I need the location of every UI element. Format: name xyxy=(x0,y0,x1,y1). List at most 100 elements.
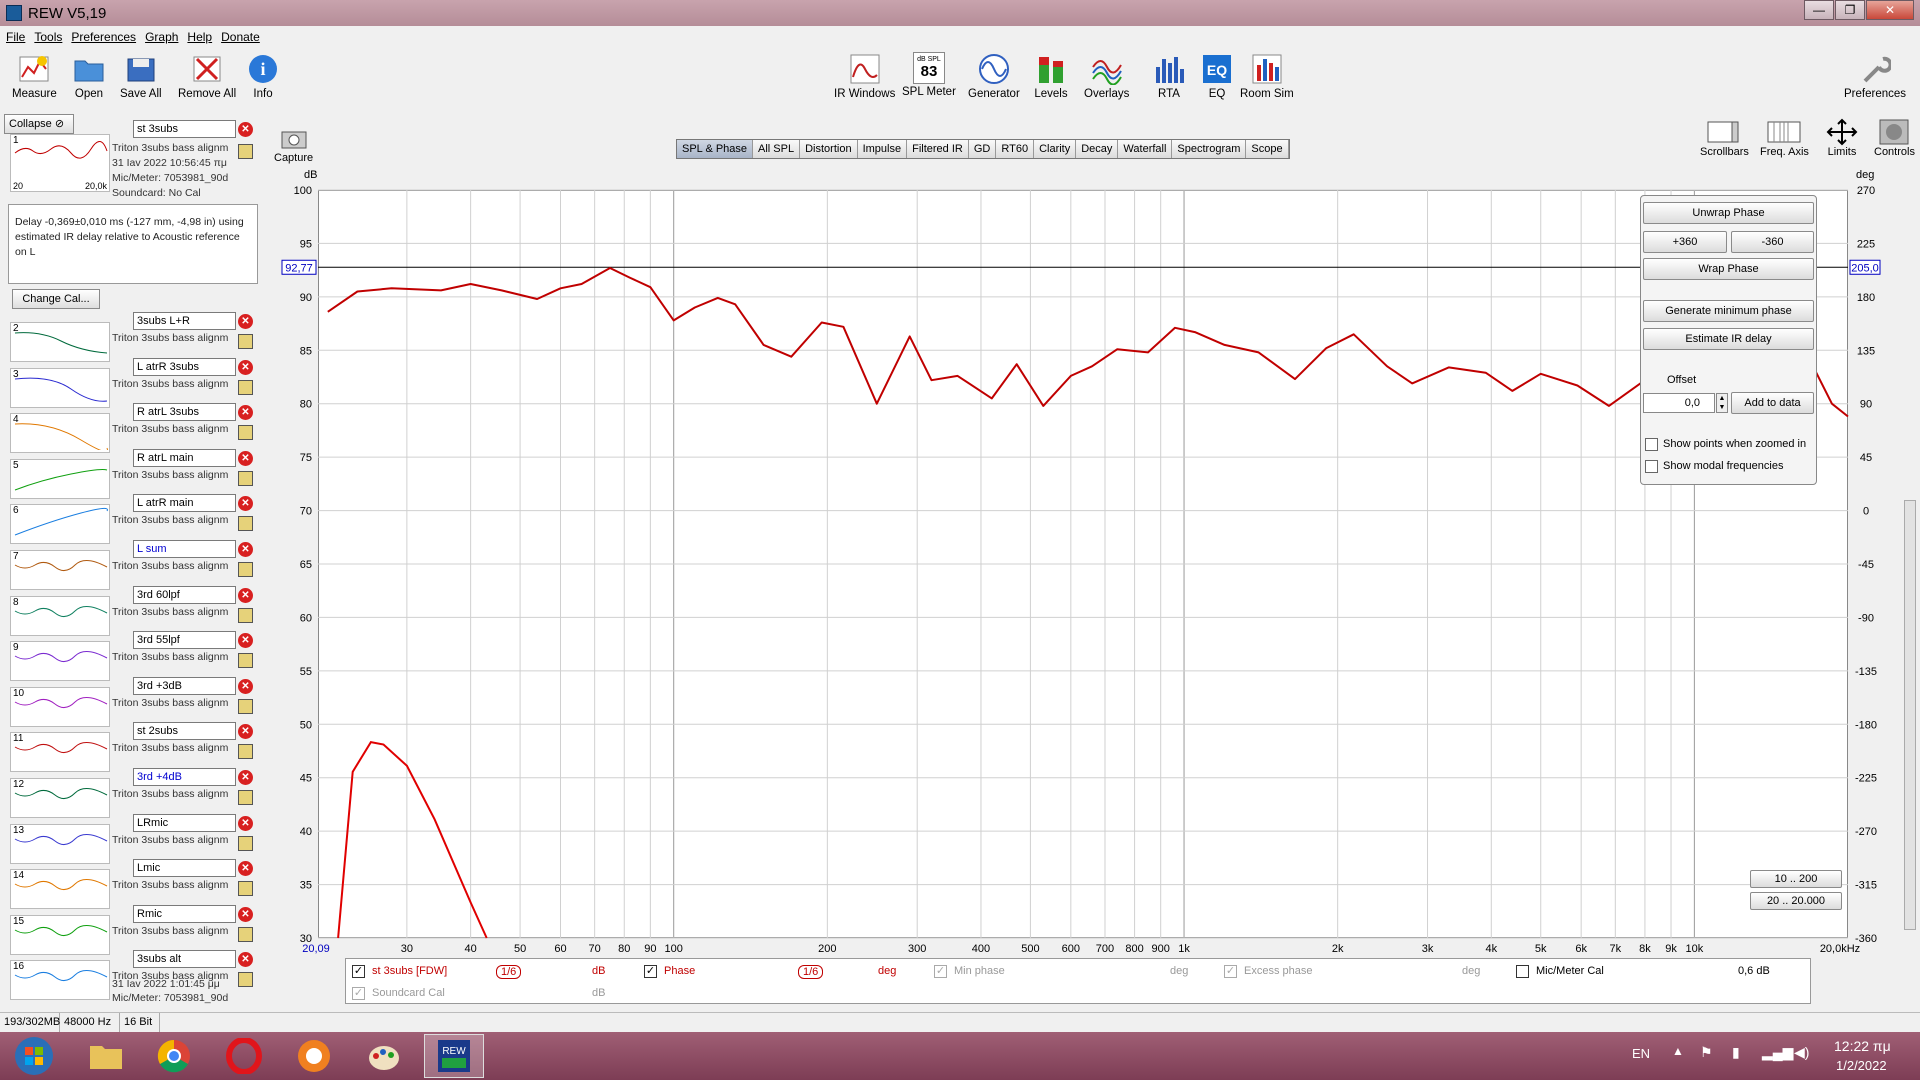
measurement-name-field[interactable]: R atrL 3subs xyxy=(133,403,236,422)
controls-button[interactable]: Controls xyxy=(1874,118,1915,158)
edit-icon[interactable] xyxy=(238,653,253,669)
delete-icon[interactable]: ✕ xyxy=(238,542,253,557)
ir-windows-button[interactable]: IR Windows xyxy=(834,52,895,100)
tray-network-icon[interactable]: ▂▄▆ xyxy=(1762,1044,1793,1061)
show-modal-checkbox[interactable] xyxy=(1645,460,1658,473)
menu-tools[interactable]: Tools xyxy=(34,30,62,44)
show-points-checkbox[interactable] xyxy=(1645,438,1658,451)
offset-input[interactable]: 0,0 xyxy=(1643,393,1715,413)
excess-phase-checkbox[interactable]: ✓ xyxy=(1224,965,1237,978)
min-phase-checkbox[interactable]: ✓ xyxy=(934,965,947,978)
zoom-20-20000-button[interactable]: 20 .. 20.000 xyxy=(1750,892,1842,910)
menu-graph[interactable]: Graph xyxy=(145,30,178,44)
edit-icon[interactable] xyxy=(238,334,253,349)
tab-scope[interactable]: Scope xyxy=(1246,140,1289,158)
measurement-name-field[interactable]: L atrR 3subs xyxy=(133,357,236,376)
delete-icon[interactable]: ✕ xyxy=(238,450,253,466)
delete-icon[interactable]: ✕ xyxy=(238,952,253,968)
edit-icon[interactable] xyxy=(238,926,253,942)
measurement-item[interactable]: 9 3rd 55lpf ✕ Triton 3subs bass alignm xyxy=(6,631,258,682)
scrollbars-button[interactable]: Scrollbars xyxy=(1700,118,1749,158)
measurement-item[interactable]: 3 L atrR 3subs ✕ Triton 3subs bass alignm xyxy=(6,357,258,408)
spl-smoothing[interactable]: 1/6 xyxy=(496,965,522,979)
rta-button[interactable]: RTA xyxy=(1152,52,1186,100)
freq-axis-button[interactable]: Freq. Axis xyxy=(1760,118,1809,158)
mic-cal-checkbox[interactable] xyxy=(1516,965,1529,978)
taskbar-time[interactable]: 12:22 πμ xyxy=(1834,1038,1891,1054)
measurement-item[interactable]: 11 st 2subs ✕ Triton 3subs bass alignm xyxy=(6,722,258,773)
tray-arrow-icon[interactable]: ▲ xyxy=(1672,1044,1684,1058)
delete-icon[interactable]: ✕ xyxy=(238,405,253,421)
chrome-taskbar-button[interactable] xyxy=(144,1034,204,1078)
tab-impulse[interactable]: Impulse xyxy=(857,140,908,158)
eq-button[interactable]: EQ EQ xyxy=(1200,52,1234,100)
trace-checkbox[interactable]: ✓ xyxy=(352,965,365,978)
delete-icon[interactable]: ✕ xyxy=(238,122,253,137)
minimize-button[interactable]: — xyxy=(1804,0,1834,20)
plus-360-button[interactable]: +360 xyxy=(1643,231,1727,253)
measurement-item[interactable]: 15 Rmic ✕ Triton 3subs bass alignm xyxy=(6,904,258,955)
measure-button[interactable]: Measure xyxy=(12,52,57,100)
close-button[interactable]: ✕ xyxy=(1866,0,1914,20)
measurement-name-field[interactable]: 3rd +3dB xyxy=(133,676,236,695)
capture-button[interactable]: Capture xyxy=(274,128,313,164)
edit-icon[interactable] xyxy=(238,881,253,897)
measurement-item[interactable]: 5 R atrL main ✕ Triton 3subs bass alignm xyxy=(6,448,258,499)
delete-icon[interactable]: ✕ xyxy=(238,359,253,375)
delete-icon[interactable]: ✕ xyxy=(238,770,253,785)
add-to-data-button[interactable]: Add to data xyxy=(1731,392,1814,414)
paint-taskbar-button[interactable] xyxy=(354,1034,414,1078)
measurement-name-field[interactable]: Lmic xyxy=(133,859,236,878)
menu-help[interactable]: Help xyxy=(187,30,212,44)
measurement-item[interactable]: 14 Lmic ✕ Triton 3subs bass alignm xyxy=(6,859,258,910)
language-indicator[interactable]: EN xyxy=(1632,1046,1650,1061)
save-all-button[interactable]: Save All xyxy=(120,52,162,100)
measurement-item[interactable]: 12 3rd +4dB ✕ Triton 3subs bass alignm xyxy=(6,768,258,818)
open-button[interactable]: Open xyxy=(72,52,106,100)
start-button[interactable] xyxy=(4,1034,64,1078)
spl-phase-graph[interactable] xyxy=(318,190,1848,938)
measurement-item[interactable]: 8 3rd 60lpf ✕ Triton 3subs bass alignm xyxy=(6,585,258,636)
generator-button[interactable]: Generator xyxy=(968,52,1020,100)
change-cal-button[interactable]: Change Cal... xyxy=(12,289,100,309)
vertical-scrollbar[interactable] xyxy=(1904,500,1916,930)
rew-taskbar-button[interactable]: REW xyxy=(424,1034,484,1078)
measurement-item[interactable]: 4 R atrL 3subs ✕ Triton 3subs bass alignm xyxy=(6,403,258,454)
edit-icon[interactable] xyxy=(238,744,253,760)
tray-flag-icon[interactable]: ⚑ xyxy=(1700,1044,1713,1061)
tab-gd[interactable]: GD xyxy=(968,140,997,158)
estimate-ir-delay-button[interactable]: Estimate IR delay xyxy=(1643,328,1814,350)
overlays-button[interactable]: Overlays xyxy=(1084,52,1129,100)
edit-icon[interactable] xyxy=(238,470,253,486)
unwrap-phase-button[interactable]: Unwrap Phase xyxy=(1643,202,1814,224)
tray-volume-icon[interactable]: ◀) xyxy=(1794,1044,1809,1061)
tab-clarity[interactable]: Clarity xyxy=(1034,140,1077,158)
measurement-item[interactable]: 13 LRmic ✕ Triton 3subs bass alignm xyxy=(6,813,258,864)
edit-icon[interactable] xyxy=(238,379,253,395)
measurement-name-field[interactable]: 3rd 60lpf xyxy=(133,585,236,604)
delete-icon[interactable]: ✕ xyxy=(238,906,253,922)
edit-icon[interactable] xyxy=(238,516,253,532)
measurement-name-field[interactable]: 3rd +4dB xyxy=(133,768,236,786)
edit-icon[interactable] xyxy=(238,698,253,714)
measurement-name-field[interactable]: 3subs alt xyxy=(133,950,236,969)
levels-button[interactable]: Levels xyxy=(1034,52,1068,100)
delete-icon[interactable]: ✕ xyxy=(238,724,253,740)
tab-waterfall[interactable]: Waterfall xyxy=(1118,140,1173,158)
measurement-name-field[interactable]: 3subs L+R xyxy=(133,312,236,330)
opera-taskbar-button[interactable] xyxy=(214,1034,274,1078)
menu-preferences[interactable]: Preferences xyxy=(71,30,136,44)
measurement-name-field[interactable]: L atrR main xyxy=(133,494,236,513)
measurement-item[interactable]: 6 L atrR main ✕ Triton 3subs bass alignm xyxy=(6,494,258,545)
zoom-10-200-button[interactable]: 10 .. 200 xyxy=(1750,870,1842,888)
minus-360-button[interactable]: -360 xyxy=(1731,231,1814,253)
measurement-name-field[interactable]: Rmic xyxy=(133,904,236,923)
tab-distortion[interactable]: Distortion xyxy=(800,140,858,158)
delete-icon[interactable]: ✕ xyxy=(238,678,253,694)
room-sim-button[interactable]: Room Sim xyxy=(1240,52,1294,100)
edit-icon[interactable] xyxy=(238,562,253,577)
offset-spinner[interactable]: ▲ ▼ xyxy=(1716,393,1728,413)
delete-icon[interactable]: ✕ xyxy=(238,815,253,831)
delete-icon[interactable]: ✕ xyxy=(238,861,253,877)
info-button[interactable]: i Info xyxy=(246,52,280,100)
